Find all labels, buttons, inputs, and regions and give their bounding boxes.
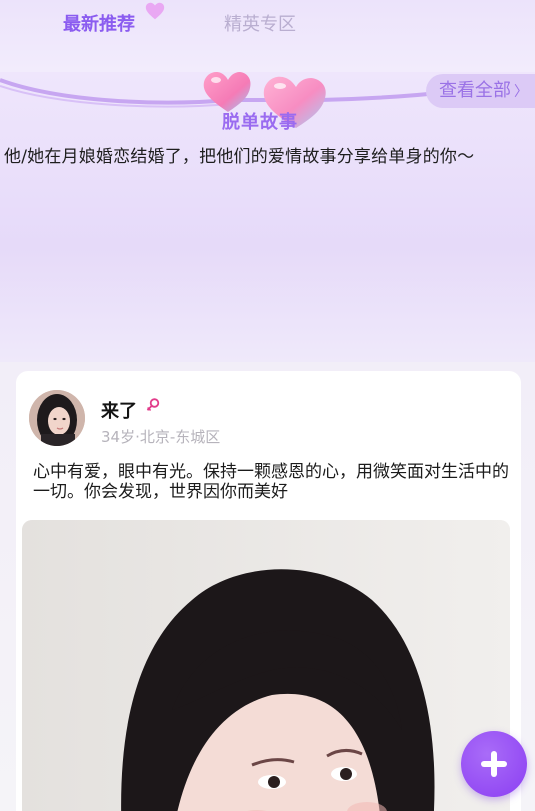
post-card[interactable]: 来了 34岁·北京-东城区 心中有爱，眼中有光。保持一颗感恩的心，用微笑面对生活… [16,371,521,811]
view-all-button[interactable]: 查看全部〉 [426,74,535,108]
add-post-button[interactable] [461,731,527,797]
chevron-right-icon: 〉 [514,84,528,100]
user-meta: 34岁·北京-东城区 [101,428,221,446]
tab-latest-recommend[interactable]: 最新推荐 [63,12,135,38]
banner-description: 他/她在月娘婚恋结婚了，把他们的爱情故事分享给单身的你～ [4,147,475,167]
female-icon [146,398,160,411]
page: 最新推荐 精英专区 脱单故事 查看全部 〉 他/她在月娘婚恋结婚了，把他们的爱情… [0,0,535,811]
tab-elite-zone[interactable]: 精英专区 [224,12,296,38]
username: 来了 [101,401,137,422]
view-all-label: 查看全部 [439,80,511,101]
heart-icon [145,2,165,20]
top-tab-bar: 最新推荐 精英专区 [0,0,535,72]
plus-icon [481,751,507,777]
avatar-image [29,390,85,446]
banner-title: 脱单故事 [222,112,298,133]
post-photo[interactable] [22,520,510,811]
post-text: 心中有爱，眼中有光。保持一颗感恩的心，用微笑面对生活中的一切。你会发现，世界因你… [33,462,509,502]
post-photo-image [22,520,510,811]
avatar[interactable] [29,390,85,446]
love-story-banner[interactable]: 脱单故事 查看全部〉 他/她在月娘婚恋结婚了，把他们的爱情故事分享给单身的你～ [0,72,535,362]
